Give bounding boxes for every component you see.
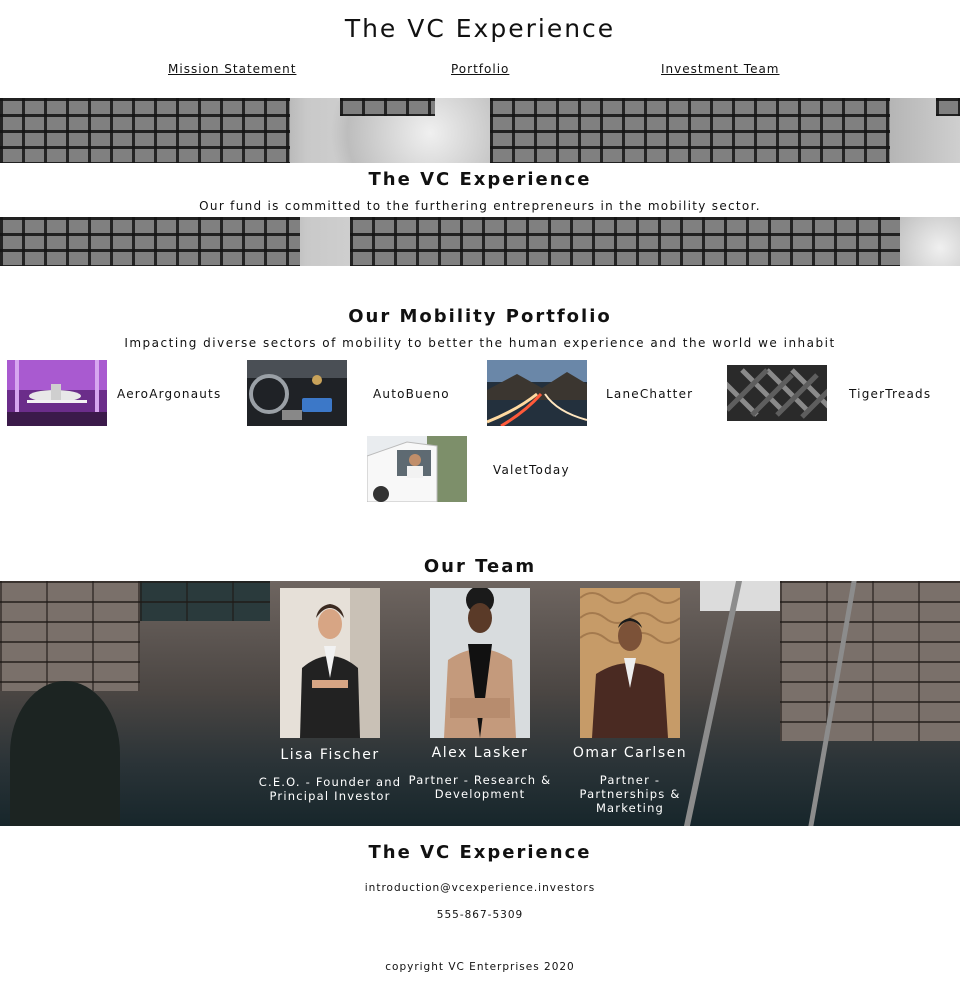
team-member-name: Lisa Fischer [280,747,380,763]
portfolio-title: Our Mobility Portfolio [348,306,612,327]
hero-title: The VC Experience [368,169,592,190]
footer-copyright: copyright VC Enterprises 2020 [385,961,575,973]
team-title: Our Team [423,556,537,577]
portfolio-item-name: ValetToday [493,463,570,477]
team-member-name: Alex Lasker [431,745,529,761]
site-title: The VC Experience [344,14,616,43]
lanechatter-image [487,360,587,426]
team-section: Lisa Fischer C.E.O. - Founder and Princi… [0,581,960,826]
portfolio-item-name: TigerTreads [849,387,932,401]
portfolio-item-name: AutoBueno [373,387,450,401]
nav-link-mission-statement[interactable]: Mission Statement [168,62,296,76]
team-member-role: Partner - Research & Development [408,773,552,801]
main-nav: Mission Statement Portfolio Investment T… [0,62,960,78]
hero-banner: The VC Experience Our fund is committed … [0,98,960,266]
omar-carlsen-photo [580,588,680,738]
nav-link-portfolio[interactable]: Portfolio [451,62,509,76]
tigertreads-image [727,365,827,421]
portfolio-item-name: LaneChatter [606,387,694,401]
footer-email-link[interactable]: introduction@vcexperience.investors [0,882,960,894]
alex-lasker-photo [430,588,530,738]
footer-title: The VC Experience [368,842,592,863]
hero-mission-text: Our fund is committed to the furthering … [199,199,761,213]
team-member-name: Omar Carlsen [572,745,688,761]
team-member-role: Partner - Partnerships & Marketing [579,773,681,815]
valettoday-image [367,436,467,502]
aeroargonauts-image [7,360,107,426]
nav-link-investment-team[interactable]: Investment Team [661,62,780,76]
team-member-role: C.E.O. - Founder and Principal Investor [258,775,402,803]
lisa-fischer-photo [280,588,380,738]
autobueno-image [247,360,347,426]
portfolio-item-name: AeroArgonauts [117,387,222,401]
footer-phone: 555-867-5309 [436,909,524,921]
portfolio-subtitle: Impacting diverse sectors of mobility to… [124,336,836,350]
